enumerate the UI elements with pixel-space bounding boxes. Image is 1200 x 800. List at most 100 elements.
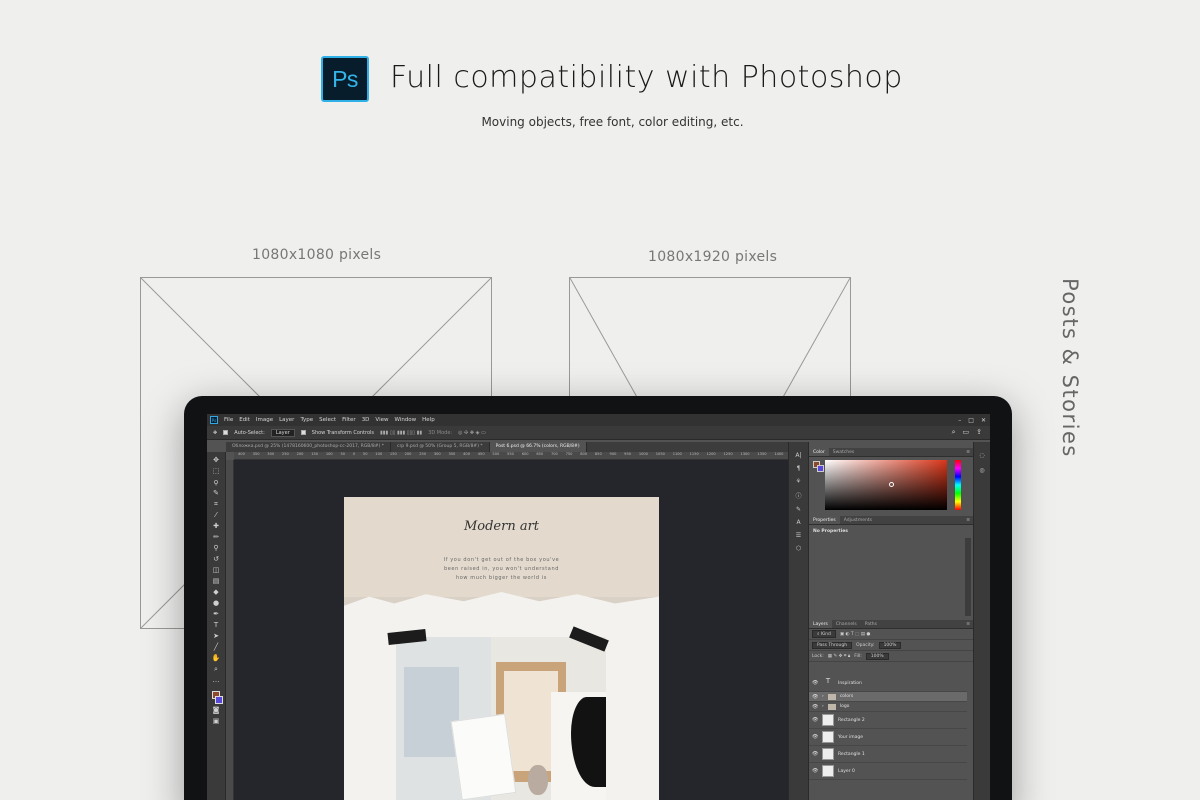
3d-tool-icons[interactable]: ◎ ✣ ✥ ◈ ▭ [458, 430, 486, 436]
dodge-tool-icon[interactable]: ● [211, 599, 221, 608]
brush-tool-icon[interactable]: ✏ [211, 533, 221, 542]
show-transform-checkbox[interactable] [300, 430, 306, 435]
tab-swatches[interactable]: Swatches [829, 450, 859, 455]
layer-0[interactable]: 👁︎ Layer 0 [809, 763, 967, 780]
close-icon[interactable]: ✕ [981, 417, 986, 424]
tab-paths[interactable]: Paths [861, 622, 881, 627]
adjust-panel-icon[interactable]: ☰ [796, 532, 801, 539]
visibility-eye-icon[interactable]: 👁︎ [812, 704, 818, 710]
visibility-eye-icon[interactable]: 👁︎ [812, 751, 818, 757]
history-panel-icon[interactable]: ⚘ [796, 478, 801, 485]
maximize-icon[interactable]: □ [968, 417, 974, 424]
quick-select-tool-icon[interactable]: ✎ [211, 489, 221, 498]
share-icon[interactable]: ⇪ [976, 428, 982, 437]
menu-image[interactable]: Image [256, 417, 273, 423]
menu-3d[interactable]: 3D [362, 417, 370, 423]
canvas-area[interactable]: Modern art If you don't get out of the b… [234, 460, 788, 800]
align-icons[interactable]: ▮▮▮ ▯▯ ▮▮▮ ▯▯▯ ▮▮ [380, 430, 422, 436]
layer-rectangle-1[interactable]: 👁︎ Rectangle 1 [809, 746, 967, 763]
lightbulb-icon[interactable]: ◌ [979, 452, 984, 459]
screen-mode-icon[interactable]: ▣ [211, 717, 221, 726]
filter-icons[interactable]: ▣ ◐ T ⬚ ▤ ● [840, 632, 871, 637]
gradient-tool-icon[interactable]: ▤ [211, 577, 221, 586]
more-tools-icon[interactable]: … [211, 676, 221, 685]
visibility-eye-icon[interactable]: 👁︎ [812, 734, 818, 740]
tab-color[interactable]: Color [809, 448, 829, 456]
hand-tool-icon[interactable]: ✋ [211, 654, 221, 663]
eraser-tool-icon[interactable]: ◫ [211, 566, 221, 575]
learn-panel-icon[interactable]: ◎ [979, 467, 984, 474]
layer-rectangle-2[interactable]: 👁︎ Rectangle 2 [809, 712, 967, 729]
history-brush-icon[interactable]: ↺ [211, 555, 221, 564]
tab-adjustments[interactable]: Adjustments [840, 518, 876, 523]
menu-layer[interactable]: Layer [279, 417, 294, 423]
ruler-tick: 600 [521, 452, 529, 456]
visibility-eye-icon[interactable]: 👁︎ [812, 694, 818, 700]
visibility-eye-icon[interactable]: 👁︎ [812, 680, 818, 686]
hue-slider[interactable] [955, 460, 961, 510]
blend-mode-dropdown[interactable]: Pass Through [812, 641, 853, 649]
visibility-eye-icon[interactable]: 👁︎ [812, 717, 818, 723]
workspace-icon[interactable]: ▭ [963, 428, 970, 437]
stamp-tool-icon[interactable]: ⚲ [211, 544, 221, 553]
tab-layers[interactable]: Layers [809, 620, 832, 628]
layer-your-image[interactable]: 👁︎ Your image [809, 729, 967, 746]
menu-select[interactable]: Select [319, 417, 336, 423]
tab-oblozhka[interactable]: Обложка.psd @ 25% (1478160600_photoshop-… [226, 442, 391, 452]
marquee-tool-icon[interactable]: ⬚ [211, 467, 221, 476]
color-picker-field[interactable] [825, 460, 947, 510]
healing-tool-icon[interactable]: ✚ [211, 522, 221, 531]
type-panel-icon[interactable]: A [796, 519, 800, 526]
tab-crp9[interactable]: crp 9.psd @ 50% (Group 5, RGB/8#) * [391, 442, 490, 452]
pen-tool-icon[interactable]: ✒ [211, 610, 221, 619]
auto-select-checkbox[interactable] [223, 430, 229, 435]
tab-post6[interactable]: Post 6.psd @ 66.7% (colors, RGB/8#) [489, 442, 587, 452]
panel-menu-icon[interactable]: ≡ [966, 518, 970, 523]
menu-window[interactable]: Window [394, 417, 416, 423]
panel-background-swatch[interactable] [817, 465, 824, 472]
lock-icons[interactable]: ▦ ✎ ✥ ⌗ 🔒︎ [828, 653, 850, 659]
expand-arrow-icon[interactable]: › [822, 694, 824, 699]
paragraph-panel-icon[interactable]: ¶ [797, 465, 801, 472]
auto-select-target-dropdown[interactable]: Layer [270, 428, 295, 437]
menu-view[interactable]: View [375, 417, 388, 423]
3d-panel-icon[interactable]: ⬡ [796, 545, 801, 552]
eyedropper-tool-icon[interactable]: ⁄ [211, 511, 221, 520]
color-picker-cursor[interactable] [889, 482, 894, 487]
move-tool-icon[interactable]: ✥ [213, 430, 217, 436]
search-icon[interactable]: ⌕ [952, 428, 956, 437]
document-canvas[interactable]: Modern art If you don't get out of the b… [344, 497, 659, 800]
type-tool-icon[interactable]: T [211, 621, 221, 630]
blur-tool-icon[interactable]: ◆ [211, 588, 221, 597]
layer-inspiration[interactable]: 👁︎ T Inspiration [809, 675, 967, 692]
layer-logo[interactable]: 👁︎ › logo [809, 702, 967, 712]
tab-properties[interactable]: Properties [809, 516, 840, 524]
info-panel-icon[interactable]: ⓘ [795, 491, 801, 500]
tab-channels[interactable]: Channels [832, 622, 861, 627]
menu-type[interactable]: Type [300, 417, 313, 423]
layer-colors[interactable]: 👁︎ › colors [809, 692, 967, 702]
opacity-input[interactable]: 100% [878, 641, 902, 649]
zoom-tool-icon[interactable]: ⌕ [211, 665, 221, 674]
menu-help[interactable]: Help [422, 417, 435, 423]
panel-menu-icon[interactable]: ≡ [966, 450, 970, 455]
move-tool-icon[interactable]: ✥ [211, 456, 221, 465]
fill-input[interactable]: 100% [865, 652, 889, 660]
layer-filter-dropdown[interactable]: ⌕ Kind [812, 630, 836, 638]
menu-edit[interactable]: Edit [239, 417, 250, 423]
menu-filter[interactable]: Filter [342, 417, 356, 423]
properties-scrollbar[interactable] [965, 538, 971, 616]
brush-panel-icon[interactable]: ✎ [796, 506, 801, 513]
line-tool-icon[interactable]: ╱ [211, 643, 221, 652]
quick-mask-icon[interactable]: ◙ [211, 706, 221, 715]
panel-menu-icon[interactable]: ≡ [966, 622, 970, 627]
path-select-icon[interactable]: ➤ [211, 632, 221, 641]
crop-tool-icon[interactable]: ⌗ [211, 500, 221, 509]
expand-arrow-icon[interactable]: › [822, 704, 824, 709]
character-panel-icon[interactable]: A| [795, 452, 801, 459]
lasso-tool-icon[interactable]: ϙ [211, 478, 221, 487]
visibility-eye-icon[interactable]: 👁︎ [812, 768, 818, 774]
minimize-icon[interactable]: – [958, 417, 961, 424]
menu-file[interactable]: File [224, 417, 233, 423]
background-color-swatch[interactable] [215, 696, 223, 704]
